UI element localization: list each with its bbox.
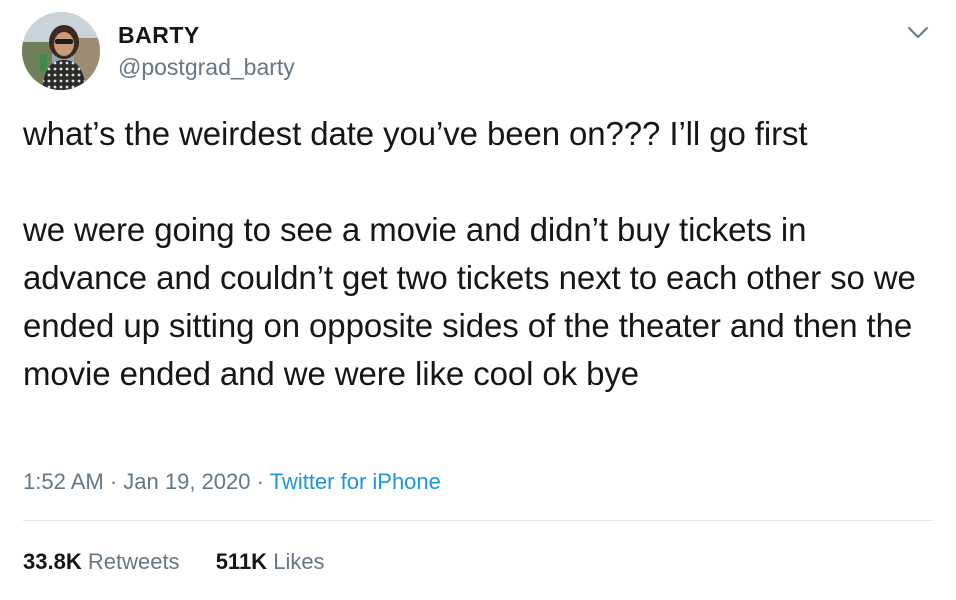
avatar[interactable] [22,12,100,90]
retweets-label: Retweets [87,549,180,574]
divider [23,520,933,521]
tweet-stats: 33.8K Retweets 511K Likes [23,548,355,576]
likes-stat[interactable]: 511K Likes [216,549,325,574]
retweets-count: 33.8K [23,549,82,574]
author-handle[interactable]: @postgrad_barty [118,53,295,81]
tweet-card: BARTY @postgrad_barty what’s the weirdes… [0,0,956,600]
tweet-source-link[interactable]: Twitter for iPhone [270,469,441,494]
meta-separator: · [109,469,118,494]
meta-separator: · [256,469,264,494]
likes-count: 511K [215,549,268,574]
retweets-stat[interactable]: 33.8K Retweets [23,549,180,574]
tweet-text: what’s the weirdest date you’ve been on?… [23,115,916,392]
tweet-time[interactable]: 1:52 AM [23,469,104,494]
likes-label: Likes [273,549,325,574]
tweet-metadata: 1:52 AM · Jan 19, 2020 · Twitter for iPh… [23,468,441,496]
chevron-down-icon[interactable] [906,24,930,42]
author-display-name[interactable]: BARTY [118,21,200,49]
tweet-date[interactable]: Jan 19, 2020 [123,469,250,494]
